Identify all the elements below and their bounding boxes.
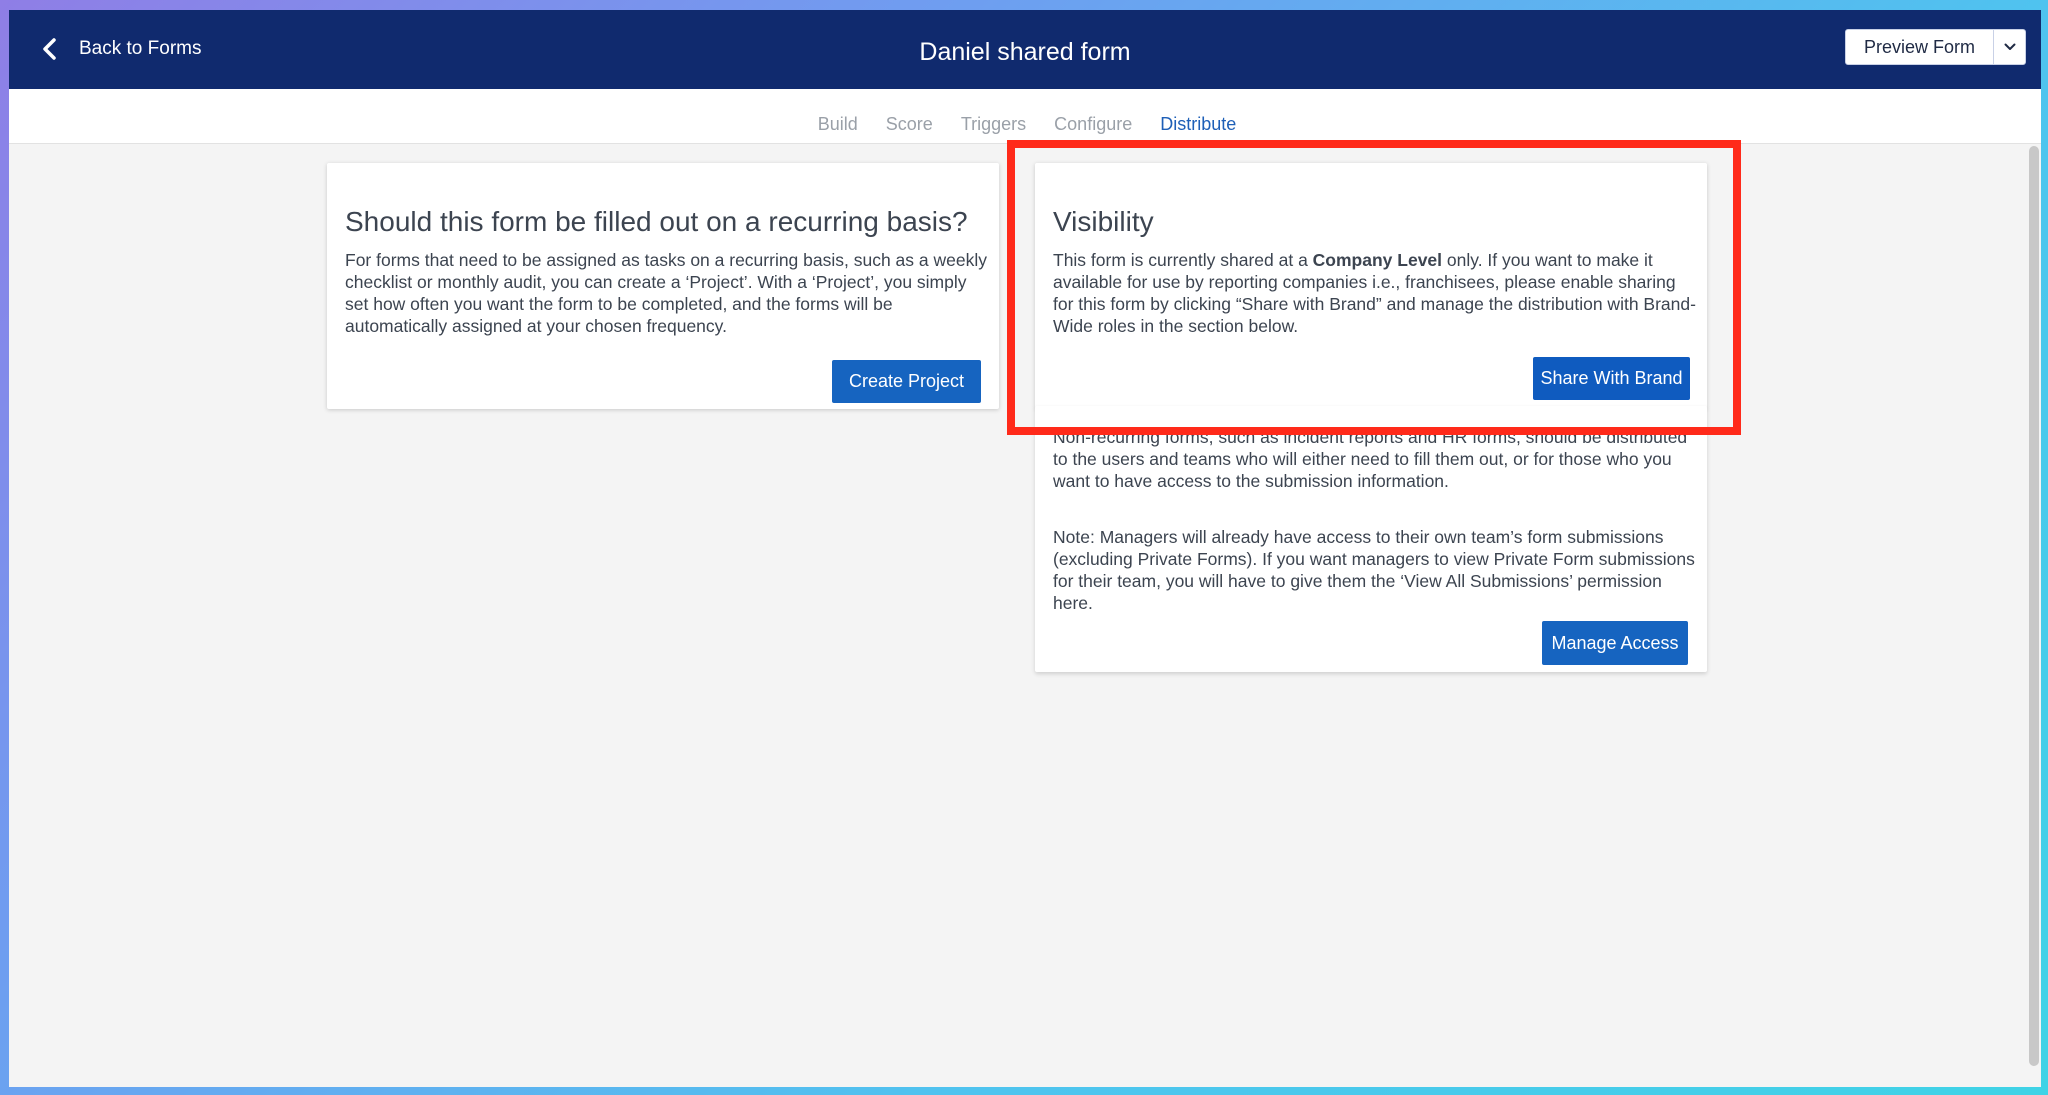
tab-triggers[interactable]: Triggers — [961, 114, 1026, 141]
app-window: Back to Forms Daniel shared form Preview… — [9, 10, 2041, 1087]
scrollbar[interactable] — [2029, 146, 2039, 1066]
highlight-box — [1007, 140, 1741, 435]
access-card-paragraph-1: Non-recurring forms, such as incident re… — [1053, 427, 1688, 491]
manage-access-button[interactable]: Manage Access — [1542, 621, 1688, 665]
top-bar: Back to Forms Daniel shared form Preview… — [9, 10, 2041, 89]
preview-form-button[interactable]: Preview Form — [1846, 30, 1993, 64]
tab-bar: Build Score Triggers Configure Distribut… — [9, 89, 2041, 144]
access-card: Non-recurring forms, such as incident re… — [1035, 406, 1707, 672]
recurring-card-body: For forms that need to be assigned as ta… — [345, 250, 987, 336]
tab-configure[interactable]: Configure — [1054, 114, 1132, 141]
preview-dropdown-toggle[interactable] — [1993, 30, 2025, 64]
access-card-paragraph-2: Note: Managers will already have access … — [1053, 527, 1695, 613]
recurring-card-title: Should this form be filled out on a recu… — [345, 206, 968, 237]
recurring-card: Should this form be filled out on a recu… — [327, 163, 999, 409]
tab-build[interactable]: Build — [818, 114, 858, 141]
tab-distribute[interactable]: Distribute — [1160, 114, 1237, 143]
tab-score[interactable]: Score — [886, 114, 933, 141]
create-project-button[interactable]: Create Project — [832, 360, 981, 403]
chevron-down-icon — [2004, 43, 2015, 50]
preview-button-group: Preview Form — [1844, 29, 2026, 65]
page-title: Daniel shared form — [919, 38, 1131, 66]
